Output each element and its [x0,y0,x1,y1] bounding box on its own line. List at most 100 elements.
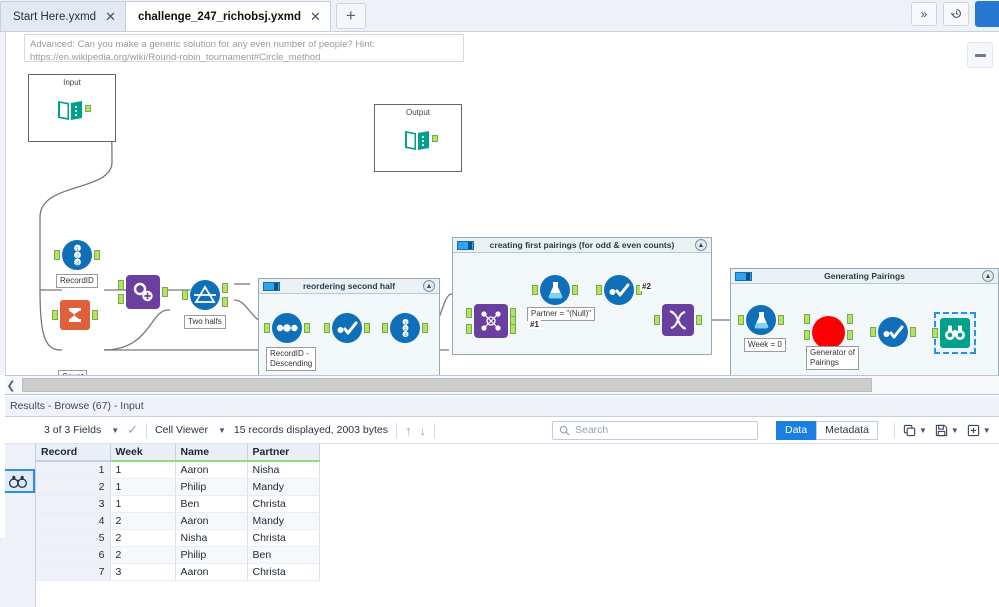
node-input-port[interactable] [870,327,876,337]
tab-metadata[interactable]: Metadata [816,420,878,440]
table-row[interactable]: 4 2 Aaron Mandy [36,512,320,530]
run-button[interactable] [975,0,999,27]
table-row[interactable]: 2 1 Philip Mandy [36,478,320,496]
node-output-port[interactable] [778,315,784,325]
tab-start-here[interactable]: Start Here.yxmd ✕ [0,1,126,31]
table-cell-name[interactable]: Aaron [175,563,248,581]
workflow-canvas[interactable]: Advanced: Can you make a generic solutio… [0,32,999,375]
table-cell-record[interactable]: 2 [36,478,111,496]
table-cell-record[interactable]: 3 [36,495,111,513]
table-cell-partner[interactable]: Mandy [247,478,320,496]
node-input-port[interactable] [52,310,58,320]
node-filter-partner-null[interactable] [532,275,578,305]
node-summarize-count[interactable] [52,300,98,330]
table-row[interactable]: 7 3 Aaron Christa [36,563,320,581]
node-output-port[interactable] [432,135,438,142]
table-row[interactable]: 1 1 Aaron Nisha [36,461,320,479]
table-row[interactable]: 3 1 Ben Christa [36,495,320,513]
node-input-port-b[interactable] [804,330,810,340]
save-dropdown-icon[interactable]: ▼ [951,426,959,435]
node-output-port-b[interactable] [847,330,853,340]
grid-icon[interactable] [0,444,35,469]
table-cell-record[interactable]: 4 [36,512,111,530]
container-header[interactable]: reordering second half ▲ [259,279,439,294]
node-input-port-s[interactable] [118,294,124,304]
node-output-port[interactable] [696,315,702,325]
node-output-port[interactable] [94,250,100,260]
table-cell-name[interactable]: Philip [175,478,248,496]
table-cell-partner[interactable]: Christa [247,495,320,513]
tab-overflow-icon[interactable]: » [911,1,937,26]
results-grid[interactable]: Record Week Name Partner 1 1 Aaron Nisha 2 1 P… [36,444,999,607]
scroll-down-icon[interactable]: ↓ [419,423,426,438]
node-input-port[interactable] [264,323,270,333]
node-input-port-t[interactable] [118,280,124,290]
results-table[interactable]: Record Week Name Partner 1 1 Aaron Nisha 2 1 P… [36,444,320,581]
node-macro-generator[interactable] [804,314,853,349]
node-output-port[interactable] [572,285,578,295]
tab-challenge[interactable]: challenge_247_richobsj.yxmd ✕ [124,1,331,31]
table-cell-name[interactable]: Ben [175,495,248,513]
node-browse-input[interactable] [55,95,91,125]
table-cell-name[interactable]: Aaron [175,461,248,479]
node-output-port[interactable] [910,327,916,337]
canvas-hscrollbar[interactable]: ❮ [0,375,999,395]
table-cell-name[interactable]: Aaron [175,512,248,530]
table-cell-week[interactable]: 2 [110,546,176,564]
node-filter-week-zero[interactable] [738,305,784,335]
node-input-port[interactable] [324,323,330,333]
node-record-id[interactable]: 1 2 3 [54,240,100,270]
node-two-halfs[interactable] [182,280,228,310]
fields-count-label[interactable]: 3 of 3 Fields [44,424,101,436]
table-cell-partner[interactable]: Mandy [247,512,320,530]
node-formula-final[interactable] [870,317,916,347]
table-cell-week[interactable]: 2 [110,529,176,547]
column-header-week[interactable]: Week [110,444,176,462]
container-header[interactable]: creating first pairings (for odd & even … [453,238,711,253]
table-cell-name[interactable]: Nisha [175,529,248,547]
column-header-name[interactable]: Name [175,444,248,462]
node-input-port[interactable] [932,328,938,338]
table-cell-record[interactable]: 6 [36,546,111,564]
table-cell-week[interactable]: 2 [110,512,176,530]
table-cell-week[interactable]: 1 [110,461,176,479]
node-input-port[interactable] [596,285,602,295]
table-cell-record[interactable]: 7 [36,563,111,581]
node-output-port-t[interactable] [847,314,853,324]
table-cell-week[interactable]: 3 [110,563,176,581]
container-collapse-icon[interactable]: ▲ [695,239,707,251]
fields-dropdown-icon[interactable]: ▼ [111,426,119,435]
node-record-id-2[interactable]: 1 2 3 [382,313,428,343]
container-collapse-icon[interactable]: ▲ [982,270,994,282]
node-formula-reorder[interactable] [324,313,370,343]
node-sort[interactable] [264,313,310,343]
table-cell-week[interactable]: 1 [110,495,176,513]
column-header-record[interactable]: Record [36,444,111,462]
tab-close-icon[interactable]: ✕ [310,10,321,23]
node-output-port-f[interactable] [222,297,228,307]
node-join[interactable] [466,304,516,338]
history-icon[interactable] [943,1,969,26]
add-icon[interactable]: ▼ [967,424,991,437]
save-icon[interactable]: ▼ [935,424,959,437]
tab-data[interactable]: Data [775,420,817,440]
table-cell-partner[interactable]: Nisha [247,461,320,479]
copy-icon[interactable]: ▼ [903,424,927,437]
node-output-port[interactable] [422,323,428,333]
check-icon[interactable]: ✓ [127,422,138,438]
node-output-port[interactable] [364,323,370,333]
node-append-fields[interactable] [118,275,168,309]
search-input[interactable]: Search [551,420,758,440]
table-cell-partner[interactable]: Ben [247,546,320,564]
cell-viewer-dropdown-icon[interactable]: ▼ [218,426,226,435]
container-header[interactable]: Generating Pairings ▲ [731,269,998,284]
node-union[interactable] [654,304,702,336]
node-output-port[interactable] [85,105,91,112]
scroll-thumb[interactable] [22,378,872,392]
add-dropdown-icon[interactable]: ▼ [983,426,991,435]
table-cell-record[interactable]: 1 [36,461,111,479]
node-input-port-t[interactable] [804,314,810,324]
node-browse-final[interactable] [932,318,970,348]
table-cell-record[interactable]: 5 [36,529,111,547]
node-formula-pairings[interactable] [596,275,642,305]
